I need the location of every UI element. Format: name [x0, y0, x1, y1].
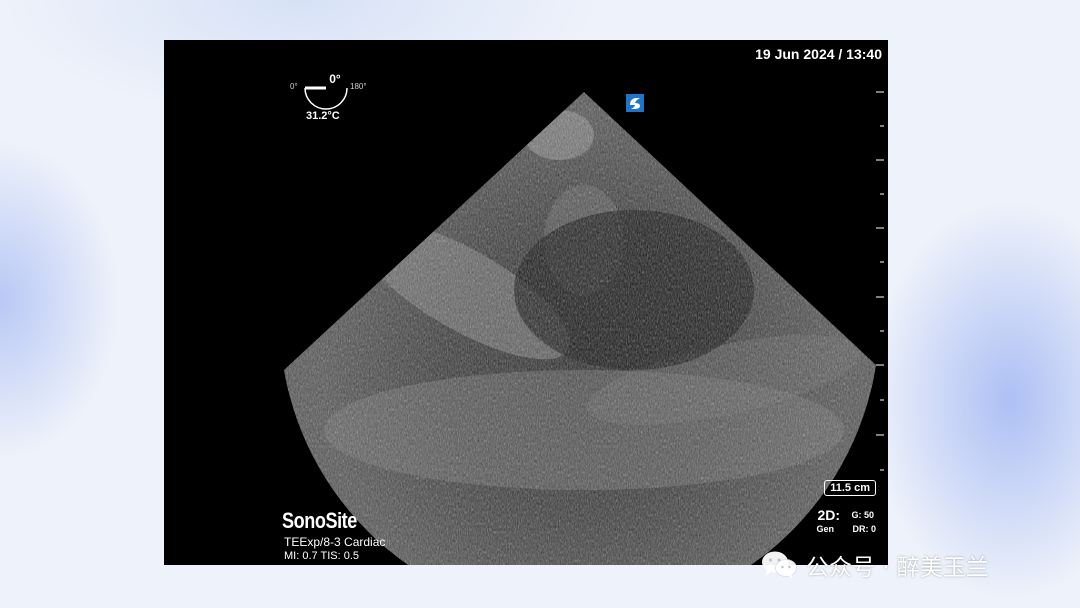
date-time-stamp: 19 Jun 2024 / 13:40	[755, 46, 882, 62]
brand-logo-text: SonoSite	[282, 508, 357, 533]
probe-angle-indicator: 0° 0° 180° 31.2°C	[290, 72, 380, 124]
watermark: 公众号 · 醉美玉兰	[760, 548, 989, 582]
gain-readout: G: 50	[851, 510, 874, 520]
probe-orientation-logo-icon	[626, 94, 644, 112]
preset-readout: Gen	[816, 524, 834, 534]
scan-sector	[284, 92, 876, 565]
depth-readout: 11.5 cm	[824, 480, 876, 496]
dynamic-range-readout: DR: 0	[852, 524, 876, 534]
ultrasound-frame: 19 Jun 2024 / 13:40 0° 0° 180° 31.2°C 11…	[164, 40, 888, 565]
watermark-text: 公众号 · 醉美玉兰	[806, 555, 989, 581]
probe-angle-max: 180°	[350, 82, 367, 91]
depth-scale	[876, 91, 884, 471]
probe-angle-min: 0°	[290, 82, 298, 91]
imaging-mode: 2D:	[817, 507, 840, 523]
mi-tis-readout: MI: 0.7 TIS: 0.5	[284, 550, 359, 562]
ultrasound-scan-image	[284, 91, 884, 565]
probe-temperature: 31.2°C	[306, 110, 340, 122]
angle-gauge-icon	[304, 86, 348, 110]
probe-info: TEExp/8-3 Cardiac	[284, 535, 386, 549]
wechat-icon	[762, 551, 797, 579]
probe-angle-value: 0°	[329, 72, 341, 86]
